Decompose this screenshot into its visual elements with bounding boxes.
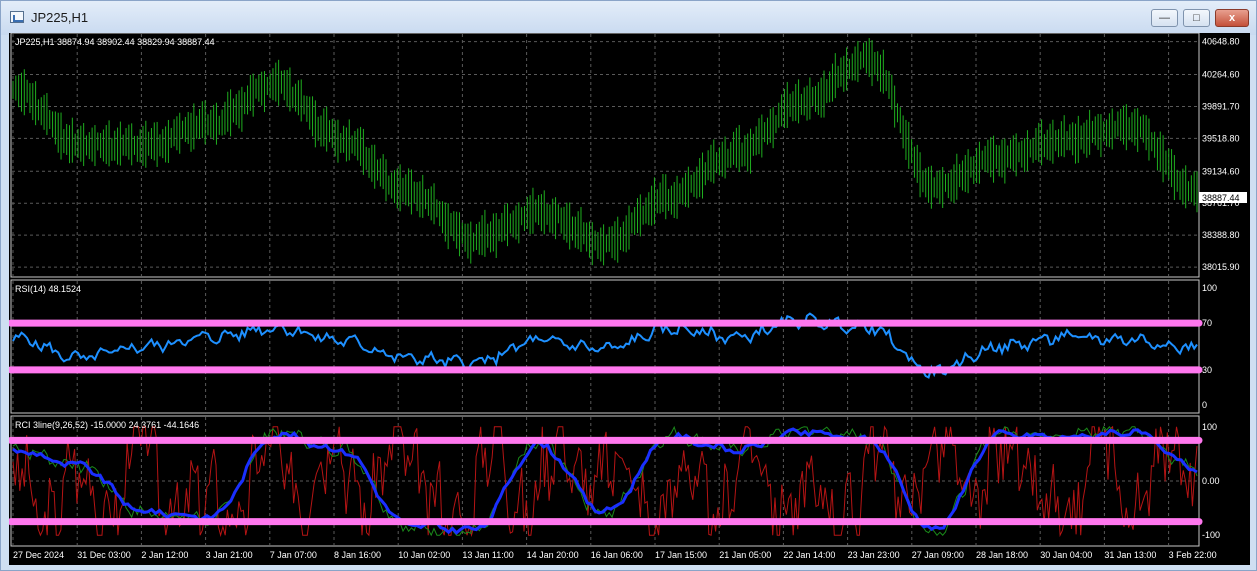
price-tick-label: 39134.60 [1202, 166, 1240, 176]
time-axis: 27 Dec 2024 31 Dec 03:00 2 Jan 12:00 3 Jan … [13, 550, 1217, 560]
rsi-y-axis: 100 70 30 0 [1202, 283, 1217, 410]
price-tick-label: 38015.90 [1202, 262, 1240, 272]
time-tick-label: 21 Jan 05:00 [719, 550, 771, 560]
price-series [12, 38, 1198, 266]
time-tick-label: 28 Jan 18:00 [976, 550, 1028, 560]
time-tick-label: 10 Jan 02:00 [398, 550, 450, 560]
time-tick-label: 27 Dec 2024 [13, 550, 64, 560]
rsi-tick-label: 30 [1202, 365, 1212, 375]
chart-area[interactable]: JP225,H1 38874.94 38902.44 38829.94 3888… [7, 32, 1250, 565]
rsi-tick-label: 70 [1202, 318, 1212, 328]
main-panel-header: JP225,H1 38874.94 38902.44 38829.94 3888… [15, 37, 215, 47]
terminal-window: JP225,H1 — □ x JP225,H1 38874.94 38902.4… [0, 0, 1257, 571]
chart-canvas[interactable]: JP225,H1 38874.94 38902.44 38829.94 3888… [7, 32, 1250, 565]
maximize-button[interactable]: □ [1183, 9, 1210, 27]
rci-tick-label: -100 [1202, 530, 1220, 540]
time-tick-label: 17 Jan 15:00 [655, 550, 707, 560]
time-tick-label: 31 Jan 13:00 [1104, 550, 1156, 560]
time-tick-label: 3 Jan 21:00 [206, 550, 253, 560]
price-tick-label: 40264.60 [1202, 70, 1240, 80]
price-tick-label: 39518.80 [1202, 133, 1240, 143]
time-tick-label: 27 Jan 09:00 [912, 550, 964, 560]
rsi-tick-label: 100 [1202, 283, 1217, 293]
rci-long-line [12, 427, 1198, 535]
rsi-tick-label: 0 [1202, 400, 1207, 410]
time-tick-label: 8 Jan 16:00 [334, 550, 381, 560]
time-tick-label: 14 Jan 20:00 [527, 550, 579, 560]
time-tick-label: 23 Jan 23:00 [848, 550, 900, 560]
current-price-label: 38887.44 [1202, 193, 1240, 203]
grid-layer [12, 34, 1198, 545]
time-tick-label: 22 Jan 14:00 [783, 550, 835, 560]
time-tick-label: 31 Dec 03:00 [77, 550, 131, 560]
rci-tick-label: 100 [1202, 422, 1217, 432]
price-tick-label: 38388.80 [1202, 230, 1240, 240]
main-panel-frame [10, 32, 1200, 278]
time-tick-label: 7 Jan 07:00 [270, 550, 317, 560]
rsi-panel-header: RSI(14) 48.1524 [15, 284, 81, 294]
rci-panel-header: RCI 3line(9,26,52) -15.0000 24.3761 -44.… [15, 420, 199, 430]
close-button[interactable]: x [1215, 9, 1249, 27]
time-tick-label: 3 Feb 22:00 [1169, 550, 1217, 560]
time-tick-label: 2 Jan 12:00 [141, 550, 188, 560]
chart-window-icon [10, 11, 24, 23]
minimize-button[interactable]: — [1151, 9, 1178, 27]
time-tick-label: 30 Jan 04:00 [1040, 550, 1092, 560]
rci-tick-label: 0.00 [1202, 476, 1220, 486]
main-y-axis: 40648.80 40264.60 39891.70 39518.80 39134.60… [1202, 37, 1240, 272]
rci-y-axis: 100 0.00 -100 [1202, 422, 1220, 540]
title-bar[interactable]: JP225,H1 — □ x [1, 1, 1256, 35]
time-tick-label: 13 Jan 11:00 [462, 550, 513, 560]
window-title: JP225,H1 [31, 10, 89, 25]
price-tick-label: 40648.80 [1202, 37, 1240, 47]
time-tick-label: 16 Jan 06:00 [591, 550, 643, 560]
price-tick-label: 39891.70 [1202, 101, 1240, 111]
